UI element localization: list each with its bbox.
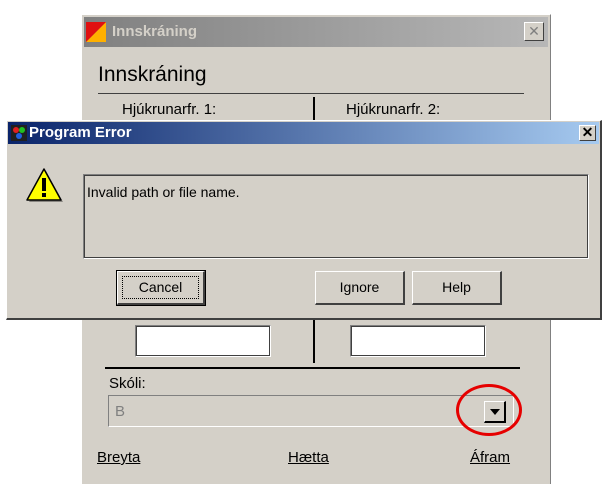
error-dialog-title: Program Error — [29, 124, 132, 141]
school-label: Skóli: — [109, 375, 146, 392]
help-button[interactable]: Help — [412, 271, 502, 305]
nurse2-password-field[interactable] — [350, 325, 486, 357]
column-divider-bottom — [313, 319, 315, 363]
login-window-title: Innskráning — [112, 23, 198, 40]
continue-link[interactable]: Áfram — [470, 449, 510, 466]
cancel-link[interactable]: Hætta — [288, 449, 329, 466]
change-link[interactable]: Breyta — [97, 449, 140, 466]
school-combobox[interactable]: B — [108, 395, 514, 427]
error-message: Invalid path or file name. — [87, 184, 240, 200]
app-logo-icon — [86, 22, 106, 42]
ignore-button-label: Ignore — [339, 279, 380, 295]
login-close-button[interactable]: ✕ — [524, 22, 544, 41]
nurse1-label: Hjúkrunarfr. 1: — [122, 101, 217, 118]
column-divider-top — [313, 97, 315, 121]
login-heading: Innskráning — [98, 63, 207, 86]
login-window-titlebar[interactable]: Innskráning ✕ — [84, 17, 548, 47]
warning-icon — [26, 168, 63, 202]
program-error-dialog: Program Error ✕ Invalid path or file nam… — [6, 120, 602, 320]
help-button-label: Help — [442, 279, 471, 295]
section-divider — [105, 367, 520, 369]
program-icon — [11, 125, 27, 141]
school-value: B — [115, 403, 126, 420]
ignore-button[interactable]: Ignore — [315, 271, 405, 305]
error-close-button[interactable]: ✕ — [579, 125, 596, 141]
error-dialog-titlebar[interactable]: Program Error ✕ — [8, 122, 599, 144]
error-message-box: Invalid path or file name. — [83, 174, 589, 259]
cancel-button-label: Cancel — [138, 279, 183, 295]
cancel-button[interactable]: Cancel — [116, 270, 206, 306]
nurse2-label: Hjúkrunarfr. 2: — [346, 101, 441, 118]
heading-divider — [98, 93, 524, 94]
highlight-circle — [456, 384, 522, 436]
nurse1-password-field[interactable] — [135, 325, 271, 357]
